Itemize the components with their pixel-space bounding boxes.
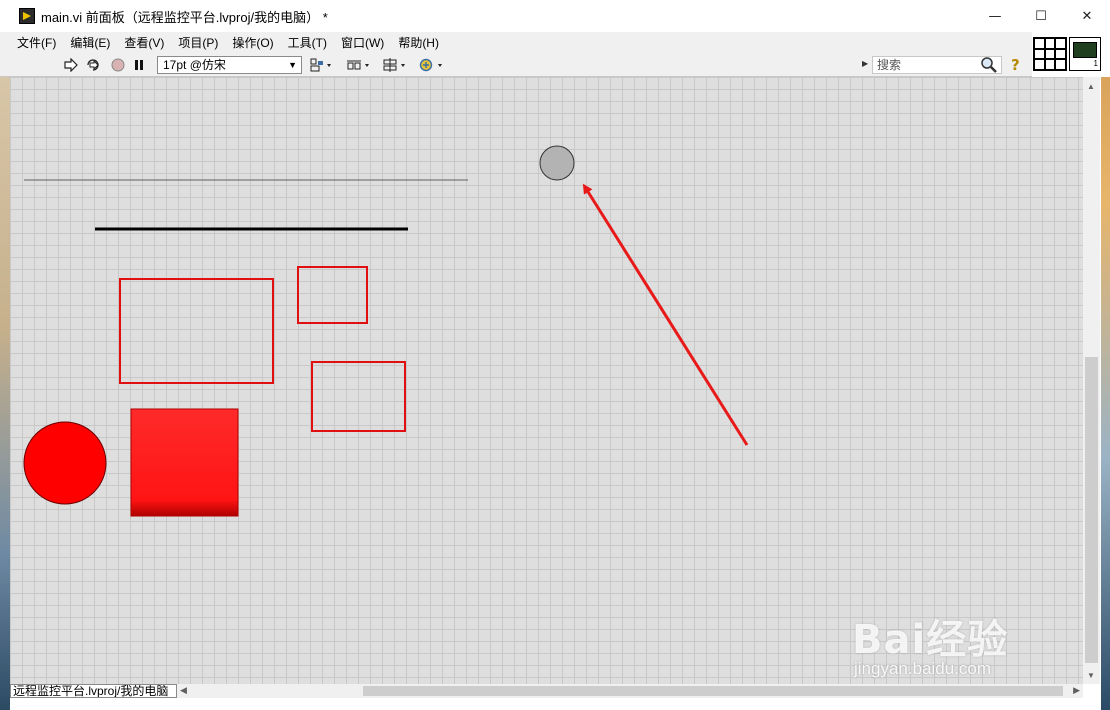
search-icon[interactable] [980,56,998,74]
menu-tools[interactable]: 工具(T) [288,34,327,51]
reorder-icon[interactable] [418,57,446,73]
connector-terminal[interactable] [1044,48,1056,60]
font-select[interactable]: 17pt @仿宋 ▼ [157,56,302,74]
front-panel-drawing [23,145,749,517]
connector-terminal[interactable] [1034,59,1045,70]
pause-icon[interactable] [132,57,146,73]
menu-edit[interactable]: 编辑(E) [70,34,110,51]
red-filled-square[interactable] [130,408,239,517]
labview-app-icon[interactable] [19,8,35,24]
close-button[interactable]: ✕ [1064,0,1110,32]
front-panel-canvas[interactable] [10,77,1083,684]
run-continuously-icon[interactable] [84,57,102,73]
toolbar: 17pt @仿宋 ▼ ▶ 搜索 ? [0,52,1032,77]
menu-window[interactable]: 窗口(W) [341,34,384,51]
title-bar: main.vi 前面板（远程监控平台.lvproj/我的电脑） * — ☐ ✕ [0,0,1110,32]
minimize-button[interactable]: — [972,0,1018,32]
project-path-label: 远程监控平台.lvproj/我的电脑 [10,684,177,698]
vertical-scroll-thumb[interactable] [1085,357,1098,663]
desktop-background-right [1101,77,1110,710]
connector-terminal[interactable] [1044,38,1056,49]
menu-operate[interactable]: 操作(O) [232,34,273,51]
run-arrow-icon[interactable] [63,57,79,73]
red-rect-medium[interactable] [311,361,406,432]
desktop-background-left [0,77,10,710]
gray-circle-indicator[interactable] [539,145,575,181]
resize-objects-icon[interactable] [381,57,409,73]
connector-terminal[interactable] [1034,38,1045,49]
horizontal-scrollbar[interactable]: ◀ ▶ [177,684,1083,698]
connector-terminal[interactable] [1055,48,1066,60]
red-rect-small[interactable] [297,266,368,324]
align-objects-icon[interactable] [309,57,335,73]
menu-help[interactable]: 帮助(H) [398,34,439,51]
window-title: main.vi 前面板（远程监控平台.lvproj/我的电脑） * [41,9,328,25]
vi-icon[interactable] [1069,37,1101,71]
connector-terminal[interactable] [1034,48,1045,60]
connector-terminal[interactable] [1044,59,1056,70]
abort-icon[interactable] [110,57,126,73]
red-filled-circle[interactable] [23,421,107,505]
scroll-right-icon[interactable]: ▶ [1073,685,1080,696]
font-select-value: 17pt @仿宋 [163,58,226,72]
vertical-scrollbar[interactable]: ▲ ▼ [1083,77,1100,684]
scroll-left-icon[interactable]: ◀ [180,685,187,696]
distribute-objects-icon[interactable] [345,57,373,73]
chevron-down-icon: ▼ [288,60,297,70]
connector-terminal[interactable] [1055,38,1066,49]
menu-project[interactable]: 项目(P) [178,34,218,51]
menu-file[interactable]: 文件(F) [17,34,56,51]
red-annotation-arrow [582,183,749,446]
maximize-button[interactable]: ☐ [1018,0,1064,32]
horizontal-scroll-thumb[interactable] [363,686,1063,696]
red-rect-large[interactable] [119,278,274,384]
menu-view[interactable]: 查看(V) [124,34,164,51]
scroll-up-icon[interactable]: ▲ [1087,82,1095,91]
scroll-down-icon[interactable]: ▼ [1087,671,1095,680]
window-controls: — ☐ ✕ [972,0,1110,32]
connector-pane[interactable] [1033,37,1067,71]
connector-terminal[interactable] [1055,59,1066,70]
menu-bar: 文件(F) 编辑(E) 查看(V) 项目(P) 操作(O) 工具(T) 窗口(W… [0,32,1032,52]
context-help-icon[interactable]: ? [1011,56,1020,74]
search-expand-icon[interactable]: ▶ [862,59,868,68]
